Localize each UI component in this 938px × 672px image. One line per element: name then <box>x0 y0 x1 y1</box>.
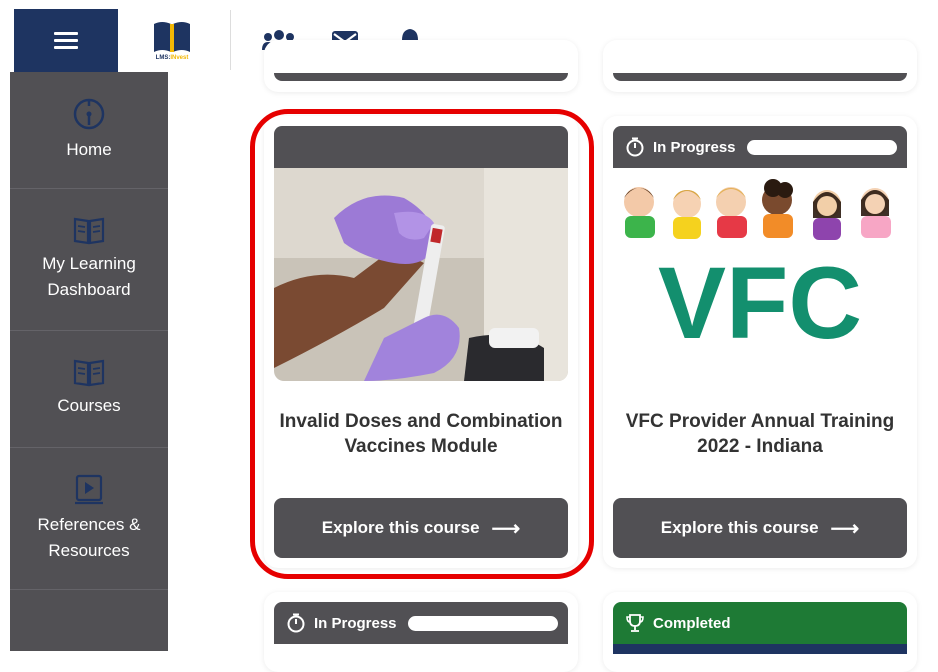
book-logo-icon <box>154 22 190 52</box>
sidebar-item-label: My Learning Dashboard <box>42 254 136 299</box>
explore-course-button[interactable]: Explore this course ⟶ <box>613 498 907 558</box>
divider <box>230 10 231 70</box>
explore-button-partial[interactable] <box>613 73 907 81</box>
course-card: In Progress <box>264 592 578 672</box>
explore-button-label: Explore this course <box>660 518 819 537</box>
card-title[interactable]: VFC Provider Annual Training 2022 - Indi… <box>613 409 907 459</box>
status-badge: In Progress <box>625 137 736 157</box>
hamburger-icon <box>54 28 78 53</box>
course-card-partial <box>264 40 578 92</box>
progress-bar <box>408 616 558 631</box>
sidebar-item-my-learning-dashboard[interactable]: My Learning Dashboard <box>10 189 168 331</box>
arrow-right-icon: ⟶ <box>830 517 860 540</box>
lms-invest-logo[interactable]: LMS:INvest <box>148 16 196 66</box>
status-label: In Progress <box>314 614 397 632</box>
card-image-partial <box>613 644 907 654</box>
speedometer-icon <box>73 98 105 130</box>
status-label: Completed <box>653 614 731 632</box>
video-book-icon <box>75 474 103 505</box>
sidebar-item-label: References & Resources <box>37 515 141 560</box>
course-card: Completed <box>603 592 917 672</box>
explore-button-partial[interactable] <box>274 73 568 81</box>
logo-text: LMS:INvest <box>155 55 189 61</box>
card-header: In Progress <box>274 602 568 644</box>
sidebar-item-label: Courses <box>57 396 121 415</box>
highlight-outline <box>250 109 594 579</box>
status-badge: In Progress <box>286 613 397 633</box>
hamburger-menu-button[interactable] <box>14 9 118 72</box>
sidebar-item-courses[interactable]: Courses <box>10 331 168 448</box>
stopwatch-icon <box>626 137 644 157</box>
status-badge: Completed <box>625 613 731 633</box>
stopwatch-icon <box>287 613 305 633</box>
course-card-partial <box>603 40 917 92</box>
open-book-icon <box>73 217 105 245</box>
card-header: In Progress <box>613 126 907 168</box>
card-header: Completed <box>613 602 907 644</box>
status-label: In Progress <box>653 138 736 156</box>
sidebar-item-label: Home <box>66 140 112 159</box>
open-book-icon <box>73 359 105 387</box>
vfc-kids-image: VFC <box>613 168 907 351</box>
trophy-icon <box>626 614 644 632</box>
sidebar-item-references-resources[interactable]: References & Resources <box>10 448 168 590</box>
vfc-logo-text: VFC <box>658 246 862 351</box>
sidebar-item-home[interactable]: Home <box>10 97 168 189</box>
sidebar: Home My Learning Dashboard Courses Refer… <box>10 72 168 651</box>
course-card: In Progress VFC VFC Provider Annual Trai… <box>603 116 917 568</box>
progress-bar <box>747 140 897 155</box>
